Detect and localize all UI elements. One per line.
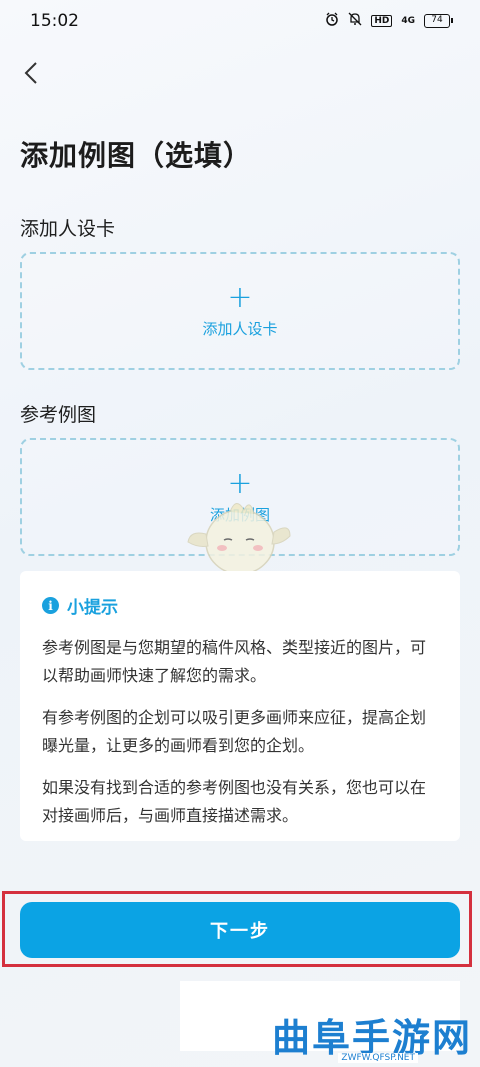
- tips-paragraph: 如果没有找到合适的参考例图也没有关系，您也可以在对接画师后，与画师直接描述需求。: [42, 778, 427, 825]
- mute-bell-icon: [348, 12, 362, 30]
- add-character-card-label: 添加人设卡: [202, 319, 278, 338]
- info-icon: i: [42, 597, 59, 614]
- tips-header: i 小提示: [42, 593, 438, 618]
- status-icons: HD 4G 74: [325, 12, 453, 30]
- hd-badge: HD: [371, 15, 393, 27]
- site-watermark: 曲阜手游网 ZWFW.QFSP.NET: [272, 1007, 478, 1067]
- tips-paragraph: 有参考例图的企划可以吸引更多画师来应征，提高企划曝光量，让更多的画师看到您的企划…: [42, 708, 427, 755]
- alarm-icon: [325, 12, 339, 30]
- section-label-reference: 参考例图: [20, 404, 97, 426]
- page-title: 添加例图（选填）: [20, 139, 253, 172]
- plus-icon: +: [227, 279, 253, 315]
- status-bar: 15:02 HD 4G 74: [0, 0, 480, 42]
- status-time: 15:02: [30, 11, 79, 31]
- next-step-button[interactable]: 下一步: [20, 902, 460, 958]
- section-label-character-card: 添加人设卡: [20, 218, 116, 240]
- battery-icon: 74: [424, 14, 453, 28]
- add-character-card-button[interactable]: + 添加人设卡: [20, 252, 460, 370]
- watermark-url: ZWFW.QFSP.NET: [338, 1053, 418, 1063]
- chevron-left-icon: [24, 62, 37, 84]
- back-button[interactable]: [14, 56, 48, 90]
- tips-title: 小提示: [67, 598, 118, 618]
- tips-paragraph: 参考例图是与您期望的稿件风格、类型接近的图片，可以帮助画师快速了解您的需求。: [42, 638, 427, 685]
- signal-icon: 4G: [401, 16, 415, 26]
- mascot-watermark: [187, 503, 291, 579]
- tips-card: i 小提示 参考例图是与您期望的稿件风格、类型接近的图片，可以帮助画师快速了解您…: [20, 571, 460, 841]
